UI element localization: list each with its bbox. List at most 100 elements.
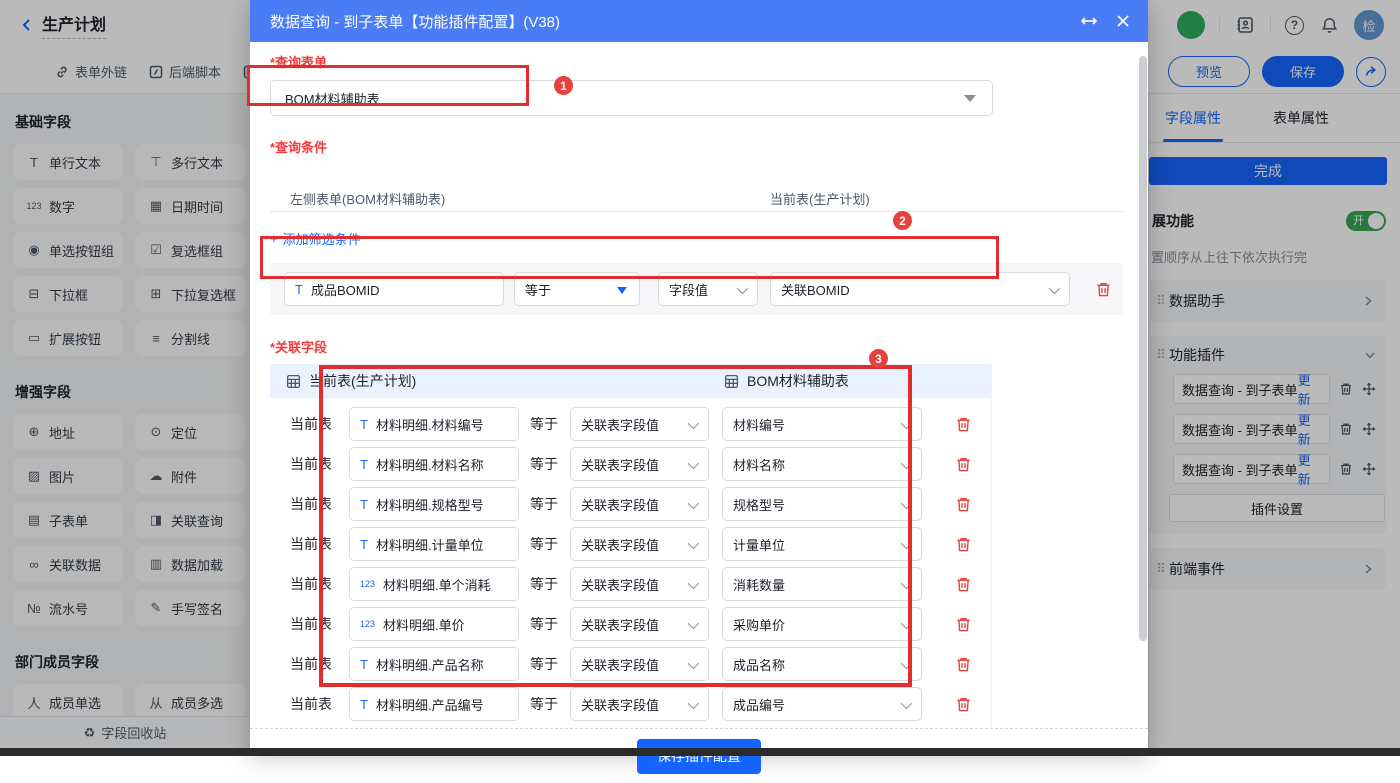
row-operator: 等于 <box>530 414 558 434</box>
row-target-select[interactable]: 规格型号 <box>722 487 922 521</box>
related-field-row: 当前表 T 材料明细.材料编号 等于 关联表字段值 材料编号 <box>270 404 991 444</box>
condition-operator-select[interactable]: 等于 <box>514 272 640 306</box>
row-value-type-select[interactable]: 关联表字段值 <box>570 487 709 521</box>
row-value-type: 关联表字段值 <box>581 615 659 634</box>
row-prefix: 当前表 <box>290 614 338 634</box>
row-field-value: 材料明细.单价 <box>383 615 465 634</box>
row-field-input[interactable]: 123 材料明细.单个消耗 <box>349 567 519 601</box>
row-operator: 等于 <box>530 614 558 634</box>
row-field-input[interactable]: T 材料明细.材料编号 <box>349 407 519 441</box>
row-value-type: 关联表字段值 <box>581 415 659 434</box>
row-field-input[interactable]: 123 材料明细.单价 <box>349 607 519 641</box>
row-field-input[interactable]: T 材料明细.计量单位 <box>349 527 519 561</box>
condition-value-type-select[interactable]: 字段值 <box>658 272 758 306</box>
related-field-row: 当前表 T 材料明细.计量单位 等于 关联表字段值 计量单位 <box>270 524 991 564</box>
text-icon: T <box>360 657 368 672</box>
trash-icon[interactable] <box>955 416 972 433</box>
condition-value-type: 字段值 <box>669 280 708 299</box>
row-target-select[interactable]: 成品名称 <box>722 647 922 681</box>
row-field-value: 材料明细.产品名称 <box>376 655 484 674</box>
window-bottom-edge <box>0 748 1400 756</box>
row-target-select[interactable]: 计量单位 <box>722 527 922 561</box>
condition-value-select[interactable]: 关联BOMID <box>770 272 1070 306</box>
row-field-input[interactable]: T 材料明细.材料名称 <box>349 447 519 481</box>
row-field-value: 材料明细.材料编号 <box>376 415 484 434</box>
row-field-value: 材料明细.规格型号 <box>376 495 484 514</box>
trash-icon[interactable] <box>955 536 972 553</box>
related-fields-table: 当前表(生产计划) BOM材料辅助表 当前表 T 材料明细.材料编号 <box>270 364 992 728</box>
row-value-type-select[interactable]: 关联表字段值 <box>570 687 709 721</box>
caret-down-icon <box>964 95 976 102</box>
row-target-select[interactable]: 材料名称 <box>722 447 922 481</box>
row-target-select[interactable]: 成品编号 <box>722 687 922 721</box>
row-target-value: 消耗数量 <box>733 575 785 594</box>
row-target-select[interactable]: 消耗数量 <box>722 567 922 601</box>
condition-operator-value: 等于 <box>525 280 551 299</box>
row-field-input[interactable]: T 材料明细.产品名称 <box>349 647 519 681</box>
row-value-type: 关联表字段值 <box>581 655 659 674</box>
condition-field-input[interactable]: T 成品BOMID <box>284 272 504 306</box>
row-prefix: 当前表 <box>290 574 338 594</box>
row-target-value: 成品编号 <box>733 695 785 714</box>
text-icon: T <box>360 457 368 472</box>
annotation-badge-2: 2 <box>893 211 912 230</box>
row-target-value: 采购单价 <box>733 615 785 634</box>
query-form-label: *查询表单 <box>270 52 1128 71</box>
row-value-type: 关联表字段值 <box>581 455 659 474</box>
row-value-type-select[interactable]: 关联表字段值 <box>570 607 709 641</box>
query-condition-label: *查询条件 <box>270 137 1128 156</box>
row-value-type-select[interactable]: 关联表字段值 <box>570 447 709 481</box>
trash-icon[interactable] <box>955 616 972 633</box>
divider <box>270 211 1123 212</box>
row-field-value: 材料明细.材料名称 <box>376 455 484 474</box>
table-icon <box>286 374 301 389</box>
row-value-type: 关联表字段值 <box>581 575 659 594</box>
save-plugin-config-button[interactable]: 保存插件配置 <box>637 739 761 774</box>
table-icon <box>724 374 739 389</box>
row-target-value: 计量单位 <box>733 535 785 554</box>
row-value-type: 关联表字段值 <box>581 695 659 714</box>
left-form-column: 左侧表单(BOM材料辅助表) <box>290 189 445 208</box>
related-field-row: 当前表 T 材料明细.产品名称 等于 关联表字段值 成品名称 <box>270 644 991 684</box>
trash-icon[interactable] <box>955 576 972 593</box>
plus-icon: + <box>270 231 278 246</box>
row-prefix: 当前表 <box>290 694 338 714</box>
current-table-header: 当前表(生产计划) <box>286 371 416 391</box>
query-form-select[interactable]: BOM材料辅助表 <box>270 80 993 116</box>
row-target-select[interactable]: 采购单价 <box>722 607 922 641</box>
row-field-input[interactable]: T 材料明细.产品编号 <box>349 687 519 721</box>
row-target-value: 材料编号 <box>733 415 785 434</box>
row-prefix: 当前表 <box>290 654 338 674</box>
number-icon: 123 <box>360 579 375 589</box>
trash-icon[interactable] <box>1095 281 1112 298</box>
related-field-row: 当前表 T 材料明细.产品编号 等于 关联表字段值 成品编号 <box>270 684 991 724</box>
modal-header: 数据查询 - 到子表单【功能插件配置】(V38) <box>250 0 1148 42</box>
row-operator: 等于 <box>530 654 558 674</box>
trash-icon[interactable] <box>955 456 972 473</box>
row-value-type-select[interactable]: 关联表字段值 <box>570 407 709 441</box>
expand-horizontal-icon[interactable] <box>1080 14 1098 28</box>
row-value-type-select[interactable]: 关联表字段值 <box>570 567 709 601</box>
related-field-row: 当前表 123 材料明细.单价 等于 关联表字段值 采购单价 <box>270 604 991 644</box>
row-target-value: 材料名称 <box>733 455 785 474</box>
row-operator: 等于 <box>530 534 558 554</box>
row-value-type: 关联表字段值 <box>581 535 659 554</box>
target-table-header: BOM材料辅助表 <box>724 371 849 391</box>
modal-scrollbar-thumb[interactable] <box>1139 56 1147 641</box>
trash-icon[interactable] <box>955 696 972 713</box>
trash-icon[interactable] <box>955 496 972 513</box>
related-field-row: 当前表 T 材料明细.规格型号 等于 关联表字段值 规格型号 <box>270 484 991 524</box>
current-table-label: 当前表(生产计划) <box>309 371 416 391</box>
row-prefix: 当前表 <box>290 534 338 554</box>
row-field-input[interactable]: T 材料明细.规格型号 <box>349 487 519 521</box>
row-value-type-select[interactable]: 关联表字段值 <box>570 647 709 681</box>
query-form-value: BOM材料辅助表 <box>285 89 380 108</box>
number-icon: 123 <box>360 619 375 629</box>
text-icon: T <box>360 697 368 712</box>
modal-body: *查询表单 BOM材料辅助表 *查询条件 左侧表单(BOM材料辅助表) 当前表(… <box>250 42 1148 728</box>
trash-icon[interactable] <box>955 656 972 673</box>
row-value-type-select[interactable]: 关联表字段值 <box>570 527 709 561</box>
add-filter-condition-link[interactable]: + 添加筛选条件 <box>270 229 361 248</box>
row-target-select[interactable]: 材料编号 <box>722 407 922 441</box>
close-icon[interactable] <box>1116 14 1130 28</box>
